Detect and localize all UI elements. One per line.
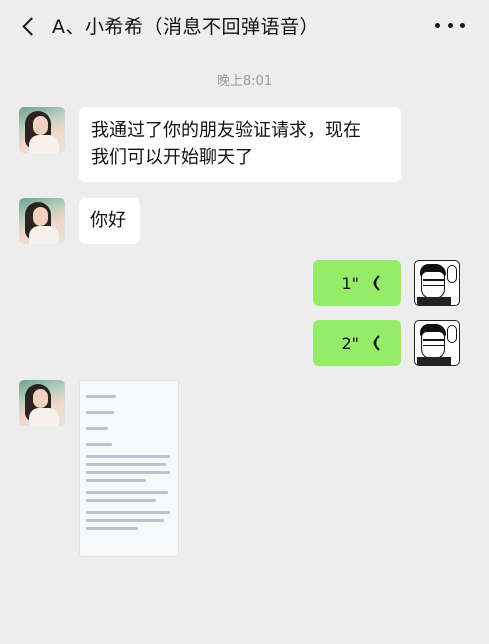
my-avatar[interactable]: [414, 260, 460, 306]
voice-duration: 1": [341, 273, 359, 293]
more-options-button[interactable]: [435, 12, 465, 38]
chevron-left-icon: [21, 16, 41, 36]
voice-message-bubble[interactable]: 2": [313, 320, 401, 366]
contact-avatar[interactable]: [19, 380, 65, 426]
contact-avatar[interactable]: [19, 198, 65, 244]
more-dots-icon: [460, 22, 465, 28]
message-text-line: 我们可以开始聊天了: [91, 147, 253, 168]
my-avatar[interactable]: [414, 320, 460, 366]
image-message[interactable]: [79, 380, 179, 557]
incoming-message-bubble[interactable]: 你好: [79, 198, 140, 244]
more-dots-icon: [447, 22, 453, 28]
back-button[interactable]: [14, 12, 42, 40]
message-text-line: 我通过了你的朋友验证请求，现在: [91, 120, 361, 141]
voice-wave-icon: [373, 275, 380, 291]
more-dots-icon: [435, 22, 440, 28]
chat-title: A、小希希（消息不回弹语音）: [52, 16, 319, 38]
chat-header: A、小希希（消息不回弹语音）: [0, 0, 489, 52]
incoming-message-bubble[interactable]: 我通过了你的朋友验证请求，现在 我们可以开始聊天了: [79, 107, 401, 182]
contact-avatar[interactable]: [19, 107, 65, 153]
voice-message-bubble[interactable]: 1": [313, 260, 401, 306]
message-text: 你好: [90, 210, 126, 231]
voice-wave-icon: [373, 335, 380, 351]
voice-duration: 2": [341, 333, 359, 353]
message-timestamp: 晚上8:01: [216, 74, 273, 89]
